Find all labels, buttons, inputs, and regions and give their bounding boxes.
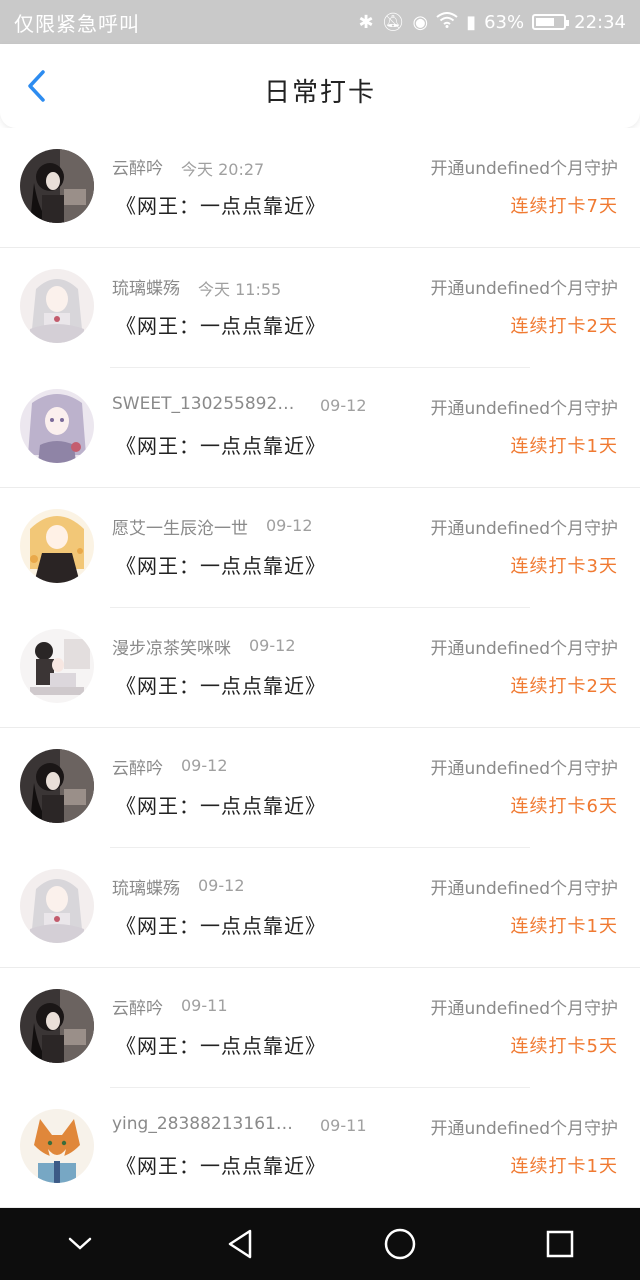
streak-badge: 连续打卡6天 bbox=[510, 796, 618, 817]
bluetooth-icon: ✱ bbox=[358, 11, 374, 33]
system-nav-bar bbox=[0, 1208, 640, 1280]
checkin-time: 09-12 bbox=[266, 516, 313, 535]
mute-icon: 🔕︎ bbox=[381, 11, 405, 33]
avatar[interactable] bbox=[20, 869, 94, 943]
guard-info: 开通undefined个月守护 bbox=[430, 399, 618, 419]
checkin-time: 今天 11:55 bbox=[198, 280, 282, 299]
nav-back-button[interactable] bbox=[210, 1214, 270, 1274]
guard-info: 开通undefined个月守护 bbox=[430, 639, 618, 659]
user-name[interactable]: 云醉吟 bbox=[112, 154, 163, 180]
user-name[interactable]: 漫步凉茶笑咪咪 bbox=[112, 634, 231, 659]
checkin-time: 09-12 bbox=[249, 636, 296, 655]
user-name[interactable]: 琉璃蝶殇 bbox=[112, 274, 180, 300]
guard-info: 开通undefined个月守护 bbox=[430, 519, 618, 539]
square-recent-icon bbox=[546, 1230, 574, 1258]
user-name[interactable]: 云醉吟 bbox=[112, 754, 163, 779]
avatar[interactable] bbox=[20, 1109, 94, 1183]
carrier-text: 仅限紧急呼叫 bbox=[14, 11, 140, 36]
avatar[interactable] bbox=[20, 749, 94, 823]
list-item[interactable]: 琉璃蝶殇 09-12 开通undefined个月守护 《网王：一点点靠近》 连续… bbox=[0, 848, 640, 968]
book-title[interactable]: 《网王：一点点靠近》 bbox=[116, 550, 326, 579]
nav-home-button[interactable] bbox=[370, 1214, 430, 1274]
streak-badge: 连续打卡3天 bbox=[510, 556, 618, 577]
chevron-down-icon bbox=[68, 1237, 92, 1250]
avatar[interactable] bbox=[20, 149, 94, 223]
user-info: 愿艾一生辰沧一世 09-12 bbox=[112, 514, 402, 539]
list-item[interactable]: ying_283882131615648 09-11 开通undefined个月… bbox=[0, 1088, 640, 1208]
list-item[interactable]: 云醉吟 09-12 开通undefined个月守护 《网王：一点点靠近》 连续打… bbox=[0, 728, 640, 848]
streak-badge: 连续打卡7天 bbox=[510, 196, 618, 217]
nav-recent-button[interactable] bbox=[530, 1214, 590, 1274]
checkin-time: 09-12 bbox=[320, 396, 367, 415]
book-title[interactable]: 《网王：一点点靠近》 bbox=[116, 670, 326, 699]
eye-icon: ◉ bbox=[412, 11, 429, 33]
book-title[interactable]: 《网王：一点点靠近》 bbox=[116, 1150, 326, 1179]
checkin-time: 今天 20:27 bbox=[181, 160, 265, 179]
streak-badge: 连续打卡1天 bbox=[510, 916, 618, 937]
user-info: 漫步凉茶笑咪咪 09-12 bbox=[112, 634, 402, 659]
streak-badge: 连续打卡1天 bbox=[510, 436, 618, 457]
header: 日常打卡 bbox=[0, 44, 640, 128]
avatar[interactable] bbox=[20, 389, 94, 463]
checkin-time: 09-12 bbox=[181, 756, 228, 775]
checkin-time: 09-12 bbox=[198, 876, 245, 895]
book-title[interactable]: 《网王：一点点靠近》 bbox=[116, 1030, 326, 1059]
wifi-icon bbox=[436, 11, 458, 33]
checkin-list[interactable]: 云醉吟 今天 20:27 开通undefined个月守护 《网王：一点点靠近》 … bbox=[0, 128, 640, 1208]
user-info: 云醉吟 今天 20:27 bbox=[112, 154, 402, 180]
avatar[interactable] bbox=[20, 269, 94, 343]
battery-icon bbox=[532, 14, 570, 30]
list-item[interactable]: 愿艾一生辰沧一世 09-12 开通undefined个月守护 《网王：一点点靠近… bbox=[0, 488, 640, 608]
streak-badge: 连续打卡2天 bbox=[510, 316, 618, 337]
streak-badge: 连续打卡5天 bbox=[510, 1036, 618, 1057]
user-name[interactable]: 云醉吟 bbox=[112, 994, 163, 1019]
user-info: 云醉吟 09-12 bbox=[112, 754, 402, 779]
avatar[interactable] bbox=[20, 989, 94, 1063]
avatar[interactable] bbox=[20, 509, 94, 583]
status-icons: ✱ 🔕︎ ◉ ▮ 63% 22:34 bbox=[359, 12, 626, 33]
user-name[interactable]: 愿艾一生辰沧一世 bbox=[112, 514, 248, 539]
book-title[interactable]: 《网王：一点点靠近》 bbox=[116, 190, 326, 219]
book-title[interactable]: 《网王：一点点靠近》 bbox=[116, 430, 326, 459]
page-title: 日常打卡 bbox=[263, 78, 376, 108]
battery-percent: 63% bbox=[484, 11, 525, 33]
checkin-time: 09-11 bbox=[181, 996, 228, 1015]
user-name[interactable]: SWEET_1302558923… bbox=[112, 394, 302, 415]
list-item[interactable]: 云醉吟 今天 20:27 开通undefined个月守护 《网王：一点点靠近》 … bbox=[0, 128, 640, 248]
user-name[interactable]: 琉璃蝶殇 bbox=[112, 874, 180, 899]
list-item[interactable]: 琉璃蝶殇 今天 11:55 开通undefined个月守护 《网王：一点点靠近》… bbox=[0, 248, 640, 368]
status-bar: 仅限紧急呼叫 ✱ 🔕︎ ◉ ▮ 63% 22:34 bbox=[0, 0, 640, 44]
streak-badge: 连续打卡2天 bbox=[510, 676, 618, 697]
list-item[interactable]: SWEET_1302558923… 09-12 开通undefined个月守护 … bbox=[0, 368, 640, 488]
clock: 22:34 bbox=[574, 11, 626, 33]
sim-alert-icon: ▮ bbox=[466, 11, 477, 33]
user-name[interactable]: ying_283882131615648 bbox=[112, 1114, 302, 1135]
user-info: 云醉吟 09-11 bbox=[112, 994, 402, 1019]
avatar[interactable] bbox=[20, 629, 94, 703]
guard-info: 开通undefined个月守护 bbox=[430, 879, 618, 899]
book-title[interactable]: 《网王：一点点靠近》 bbox=[116, 790, 326, 819]
user-info: SWEET_1302558923… 09-12 bbox=[112, 394, 402, 415]
guard-info: 开通undefined个月守护 bbox=[430, 999, 618, 1019]
guard-info: 开通undefined个月守护 bbox=[430, 1119, 618, 1139]
list-item[interactable]: 漫步凉茶笑咪咪 09-12 开通undefined个月守护 《网王：一点点靠近》… bbox=[0, 608, 640, 728]
guard-info: 开通undefined个月守护 bbox=[430, 279, 618, 299]
user-info: 琉璃蝶殇 今天 11:55 bbox=[112, 274, 402, 300]
checkin-time: 09-11 bbox=[320, 1116, 367, 1135]
book-title[interactable]: 《网王：一点点靠近》 bbox=[116, 310, 326, 339]
streak-badge: 连续打卡1天 bbox=[510, 1156, 618, 1177]
list-item[interactable]: 云醉吟 09-11 开通undefined个月守护 《网王：一点点靠近》 连续打… bbox=[0, 968, 640, 1088]
book-title[interactable]: 《网王：一点点靠近》 bbox=[116, 910, 326, 939]
guard-info: 开通undefined个月守护 bbox=[430, 159, 618, 179]
guard-info: 开通undefined个月守护 bbox=[430, 759, 618, 779]
user-info: ying_283882131615648 09-11 bbox=[112, 1114, 402, 1135]
triangle-back-icon bbox=[228, 1229, 252, 1259]
nav-hide-button[interactable] bbox=[50, 1214, 110, 1274]
circle-home-icon bbox=[384, 1228, 416, 1260]
user-info: 琉璃蝶殇 09-12 bbox=[112, 874, 402, 899]
